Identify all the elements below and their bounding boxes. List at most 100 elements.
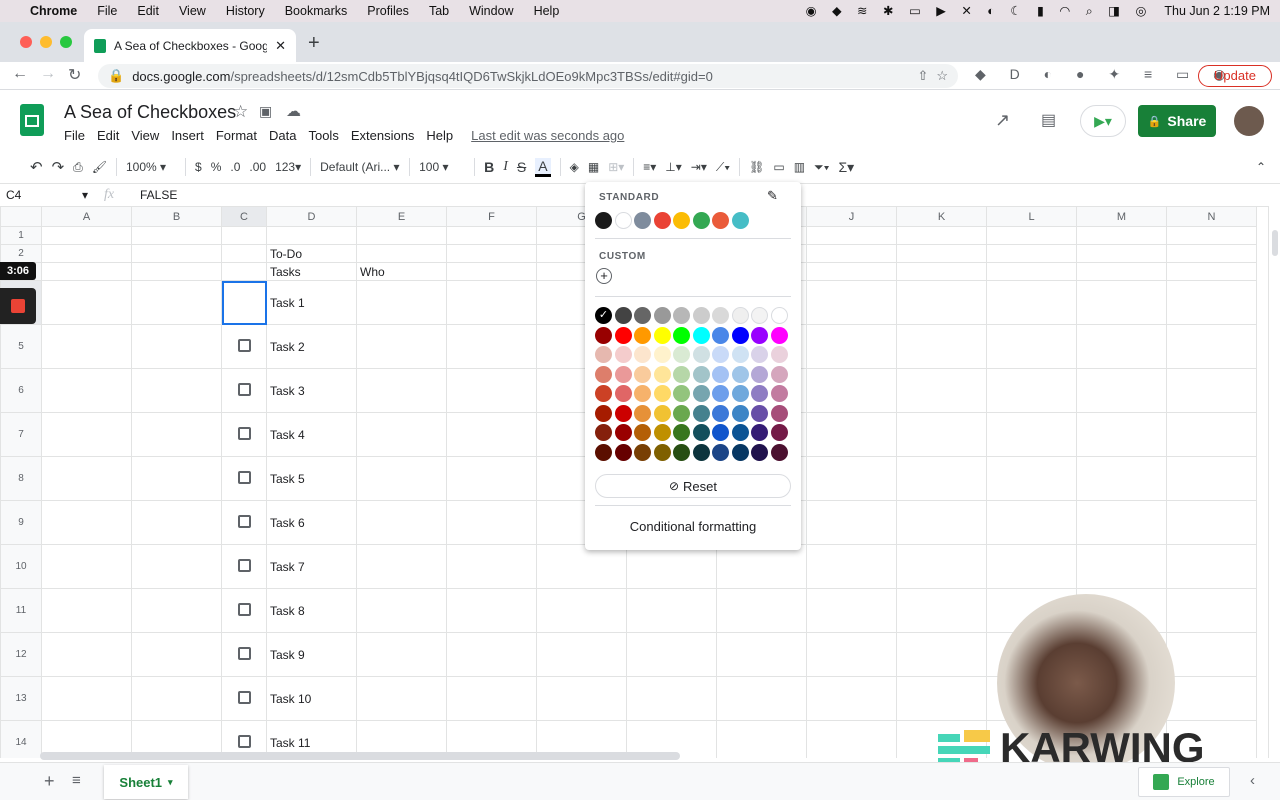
cell-k6[interactable] — [896, 368, 987, 413]
cell-c1[interactable] — [221, 226, 267, 245]
palette-swatch[interactable] — [673, 424, 690, 441]
zoom-select[interactable]: 100% ▾ — [126, 160, 176, 174]
palette-swatch[interactable] — [673, 307, 690, 324]
palette-swatch[interactable] — [692, 346, 710, 363]
horizontal-align-icon[interactable]: ≡▾ — [643, 160, 656, 174]
cell-k5[interactable] — [896, 324, 987, 369]
palette-swatch[interactable] — [634, 385, 651, 402]
cell-a4[interactable] — [41, 280, 132, 325]
column-header-e[interactable]: E — [356, 206, 447, 227]
palette-swatch[interactable] — [770, 443, 788, 461]
row-header[interactable]: 10 — [0, 544, 42, 589]
cell-j4[interactable] — [806, 280, 897, 325]
meet-icon[interactable]: ▶▾ — [1080, 105, 1126, 137]
cell-n3[interactable] — [1166, 262, 1257, 281]
cell-e1[interactable] — [356, 226, 447, 245]
palette-swatch[interactable] — [595, 443, 612, 461]
strikethrough-button[interactable]: S — [517, 159, 526, 175]
cell-n7[interactable] — [1166, 412, 1257, 457]
chevron-left-icon[interactable]: ‹ — [1250, 772, 1255, 789]
palette-swatch[interactable] — [692, 443, 710, 461]
cell-a2[interactable] — [41, 244, 132, 263]
cell-h12[interactable] — [626, 632, 717, 677]
palette-swatch[interactable] — [614, 404, 632, 422]
palette-swatch[interactable] — [692, 385, 710, 402]
vertical-scrollbar[interactable] — [1268, 206, 1280, 758]
cell-e2[interactable] — [356, 244, 447, 263]
cell-f9[interactable] — [446, 500, 537, 545]
mac-menu-view[interactable]: View — [179, 4, 206, 18]
palette-swatch[interactable] — [770, 404, 788, 422]
cell-c6[interactable] — [221, 368, 267, 413]
cell-e7[interactable] — [356, 412, 447, 457]
checkbox[interactable] — [237, 602, 251, 616]
palette-swatch[interactable] — [751, 326, 768, 344]
cell-n4[interactable] — [1166, 280, 1257, 325]
palette-swatch[interactable] — [692, 326, 710, 344]
mac-menu-help[interactable]: Help — [534, 4, 560, 18]
cell-n2[interactable] — [1166, 244, 1257, 263]
palette-swatch[interactable] — [770, 326, 788, 344]
merge-cells-icon[interactable]: ⊞▾ — [608, 160, 624, 174]
cell-j12[interactable] — [806, 632, 897, 677]
standard-swatch[interactable] — [595, 212, 612, 229]
mac-menu-tab[interactable]: Tab — [429, 4, 449, 18]
cell-a13[interactable] — [41, 676, 132, 721]
palette-swatch[interactable] — [770, 365, 788, 383]
cell-f6[interactable] — [446, 368, 537, 413]
cell-f10[interactable] — [446, 544, 537, 589]
decrease-decimal-button[interactable]: .0 — [230, 160, 240, 174]
add-sheet-icon[interactable]: + — [44, 771, 55, 792]
palette-swatch[interactable] — [712, 307, 729, 324]
palette-swatch[interactable] — [712, 443, 729, 461]
cell-j13[interactable] — [806, 676, 897, 721]
palette-swatch[interactable] — [653, 326, 671, 344]
cell-c4[interactable] — [221, 280, 267, 325]
cell-k7[interactable] — [896, 412, 987, 457]
cell-k9[interactable] — [896, 500, 987, 545]
palette-swatch[interactable] — [712, 404, 729, 422]
row-header[interactable]: 5 — [0, 324, 42, 369]
redo-icon[interactable]: ↷ — [52, 158, 65, 176]
palette-swatch[interactable] — [692, 307, 710, 324]
move-folder-icon[interactable]: ▣ — [259, 103, 272, 120]
insert-comment-icon[interactable]: ▭ — [773, 160, 784, 174]
cell-b8[interactable] — [131, 456, 222, 501]
name-box[interactable]: C4 ▾ — [6, 188, 88, 202]
cell-b2[interactable] — [131, 244, 222, 263]
cell-j2[interactable] — [806, 244, 897, 263]
cell-a11[interactable] — [41, 588, 132, 633]
conditional-formatting-link[interactable]: Conditional formatting — [585, 519, 801, 534]
paint-format-icon[interactable]: 🖌 — [92, 160, 107, 174]
increase-decimal-button[interactable]: .00 — [249, 160, 266, 174]
checkbox[interactable] — [237, 382, 251, 396]
menu-insert[interactable]: Insert — [171, 128, 204, 143]
cell-h10[interactable] — [626, 544, 717, 589]
column-header-l[interactable]: L — [986, 206, 1077, 227]
add-custom-color-icon[interactable]: + — [596, 268, 612, 284]
cell-g10[interactable] — [536, 544, 627, 589]
palette-swatch[interactable] — [614, 385, 632, 402]
palette-swatch[interactable] — [653, 443, 671, 461]
cell-j14[interactable] — [806, 720, 897, 758]
text-rotation-icon[interactable]: ⟋▾ — [716, 160, 730, 175]
row-header[interactable]: 9 — [0, 500, 42, 545]
mac-menu-bookmarks[interactable]: Bookmarks — [285, 4, 348, 18]
standard-swatch[interactable] — [731, 212, 749, 229]
cell-d3[interactable]: Tasks — [266, 262, 357, 281]
cell-b12[interactable] — [131, 632, 222, 677]
palette-swatch[interactable] — [595, 404, 612, 422]
update-button[interactable]: Update — [1198, 65, 1272, 87]
document-title[interactable]: A Sea of Checkboxes — [64, 102, 236, 123]
cell-f13[interactable] — [446, 676, 537, 721]
palette-swatch[interactable] — [673, 443, 690, 461]
text-color-button[interactable]: A — [535, 157, 551, 177]
cell-c7[interactable] — [221, 412, 267, 457]
cell-l1[interactable] — [986, 226, 1077, 245]
close-tab-icon[interactable]: ✕ — [275, 38, 286, 54]
edit-pencil-icon[interactable]: ✎ — [767, 188, 778, 204]
palette-swatch[interactable] — [751, 385, 768, 402]
cell-e10[interactable] — [356, 544, 447, 589]
cell-n10[interactable] — [1166, 544, 1257, 589]
row-header[interactable]: 8 — [0, 456, 42, 501]
